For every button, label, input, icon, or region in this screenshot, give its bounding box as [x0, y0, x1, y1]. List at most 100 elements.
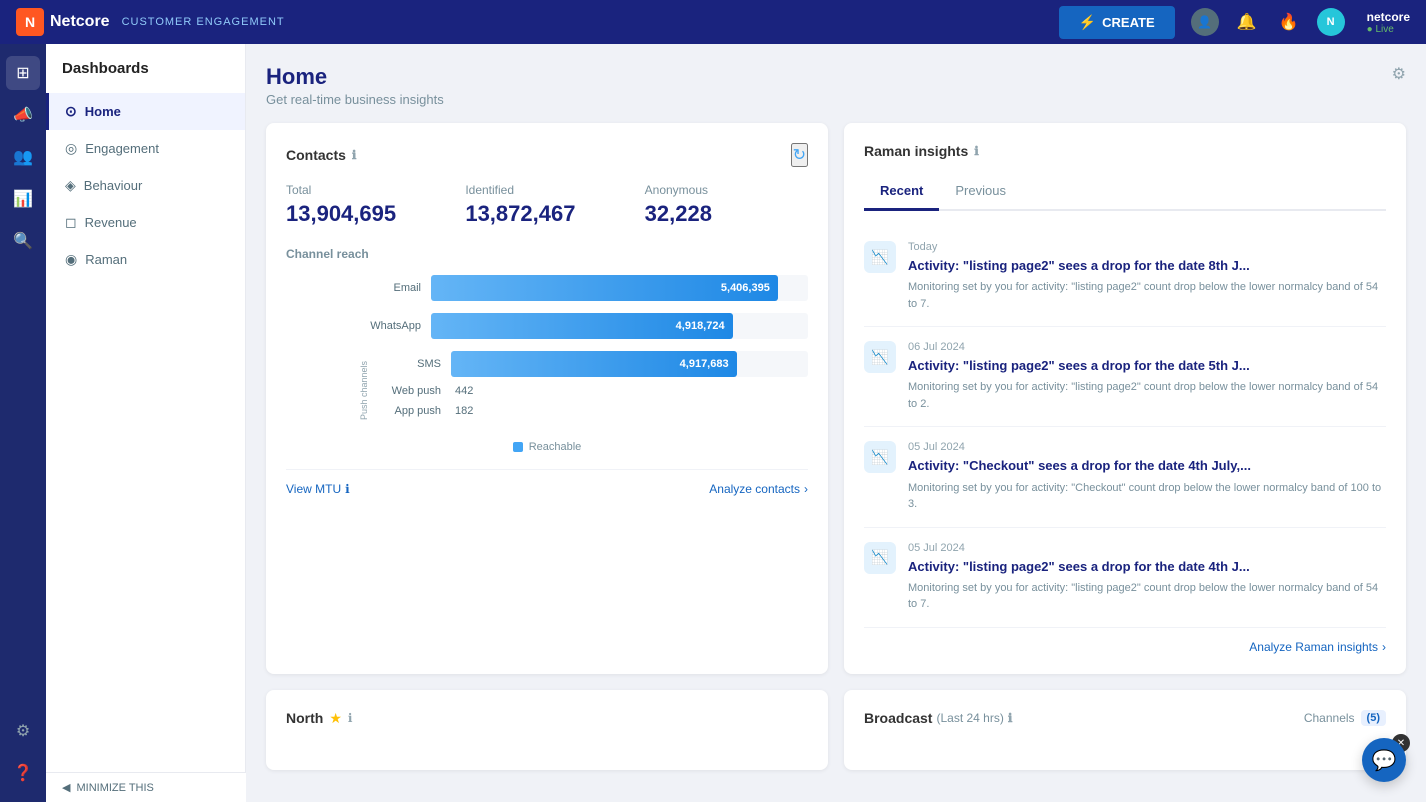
behaviour-icon: ◈ — [65, 177, 76, 194]
trending-down-icon-4: 📉 — [871, 549, 888, 566]
contacts-card-footer: View MTU ℹ Analyze contacts › — [286, 469, 808, 496]
minimize-sidebar-button[interactable]: ◀ MINIMIZE THIS — [46, 772, 246, 802]
north-title-area: North ★ ℹ — [286, 710, 352, 727]
insight-item-2: 📉 06 Jul 2024 Activity: "listing page2" … — [864, 327, 1386, 427]
analyze-raman-link[interactable]: Analyze Raman insights › — [1249, 640, 1386, 654]
contacts-refresh-button[interactable]: ↻ — [791, 143, 808, 167]
push-channels-label: Push channels — [359, 361, 369, 420]
contacts-info-icon[interactable]: ℹ — [352, 148, 357, 162]
logo-area: N Netcore — [16, 8, 110, 36]
insight-icon-wrap-1: 📉 — [864, 241, 896, 273]
north-card: North ★ ℹ — [266, 690, 828, 770]
raman-icon: ◉ — [65, 251, 77, 268]
insight-item-4: 📉 05 Jul 2024 Activity: "listing page2" … — [864, 528, 1386, 628]
insight-icon-wrap-2: 📉 — [864, 341, 896, 373]
logo-text: Netcore — [50, 13, 110, 31]
view-mtu-link[interactable]: View MTU ℹ — [286, 482, 350, 496]
email-bar-row: Email 5,406,395 — [356, 275, 808, 301]
page-title: Home — [266, 64, 444, 90]
create-button[interactable]: ⚡ CREATE — [1059, 6, 1175, 39]
chevron-right-raman-icon: › — [1382, 640, 1386, 654]
insight-content-2: 06 Jul 2024 Activity: "listing page2" se… — [908, 341, 1386, 412]
sidebar-icon-users[interactable]: 👥 — [6, 140, 40, 174]
legend-dot — [513, 442, 523, 452]
insights-tabs: Recent Previous — [864, 175, 1386, 211]
notification-bell-icon[interactable]: 🔔 — [1233, 8, 1261, 36]
sidebar-icon-notifications[interactable]: 📣 — [6, 98, 40, 132]
tab-recent[interactable]: Recent — [864, 175, 939, 211]
trending-down-icon-3: 📉 — [871, 449, 888, 466]
north-info-icon[interactable]: ℹ — [348, 711, 353, 725]
logo-icon: N — [16, 8, 44, 36]
north-card-header: North ★ ℹ — [286, 710, 808, 727]
raman-info-icon[interactable]: ℹ — [974, 144, 979, 158]
trending-down-icon-1: 📉 — [871, 249, 888, 266]
email-bar: 5,406,395 — [431, 275, 778, 301]
sidebar-icon-search[interactable]: 🔍 — [6, 224, 40, 258]
sidebar-item-engagement[interactable]: ◎ Engagement — [46, 130, 245, 167]
anonymous-stat: Anonymous 32,228 — [645, 183, 808, 227]
insight-item-3: 📉 05 Jul 2024 Activity: "Checkout" sees … — [864, 427, 1386, 527]
insights-list: 📉 Today Activity: "listing page2" sees a… — [864, 227, 1386, 628]
nav-sidebar: Dashboards ⊙ Home ◎ Engagement ◈ Behavio… — [46, 44, 246, 802]
total-stat: Total 13,904,695 — [286, 183, 449, 227]
star-icon: ★ — [329, 710, 342, 727]
tab-previous[interactable]: Previous — [939, 175, 1022, 211]
sidebar-icon-dashboard[interactable]: ⊞ — [6, 56, 40, 90]
insight-content-1: Today Activity: "listing page2" sees a d… — [908, 241, 1386, 312]
sidebar-item-home[interactable]: ⊙ Home — [46, 93, 245, 130]
trending-down-icon-2: 📉 — [871, 349, 888, 366]
sidebar-icon-table[interactable]: 📊 — [6, 182, 40, 216]
push-channels-section: Push channels SMS 4,917,683 — [356, 351, 808, 425]
channel-reach-label: Channel reach — [286, 247, 808, 261]
sidebar-item-revenue[interactable]: ◻ Revenue — [46, 204, 245, 241]
broadcast-info-icon[interactable]: ℹ — [1008, 711, 1013, 725]
broadcast-card: Broadcast (Last 24 hrs) ℹ Channels (5) — [844, 690, 1406, 770]
channel-chart: Email 5,406,395 WhatsApp — [286, 275, 808, 429]
chart-legend: Reachable — [286, 441, 808, 453]
analyze-contacts-link[interactable]: Analyze contacts › — [709, 482, 808, 496]
chat-bubble-button[interactable]: 💬 — [1362, 738, 1406, 782]
contacts-card-header: Contacts ℹ ↻ — [286, 143, 808, 167]
apppush-row: App push 182 — [376, 405, 808, 417]
sidebar-icon-settings[interactable]: ⚙ — [6, 714, 40, 748]
sms-bar-row: SMS 4,917,683 — [376, 351, 808, 377]
broadcast-card-header: Broadcast (Last 24 hrs) ℹ Channels (5) — [864, 710, 1386, 726]
whatsapp-bar: 4,918,724 — [431, 313, 733, 339]
insight-item-1: 📉 Today Activity: "listing page2" sees a… — [864, 227, 1386, 327]
insight-icon-wrap-3: 📉 — [864, 441, 896, 473]
insight-icon-wrap-4: 📉 — [864, 542, 896, 574]
main-layout: ⊞ 📣 👥 📊 🔍 ⚙ ❓ Dashboards ⊙ Home ◎ Engage… — [0, 44, 1426, 802]
user-name: netcore — [1367, 10, 1410, 24]
nav-sub-label: CUSTOMER ENGAGEMENT — [122, 16, 285, 28]
home-icon: ⊙ — [65, 103, 77, 120]
raman-card-header: Raman insights ℹ — [864, 143, 1386, 159]
fire-icon[interactable]: 🔥 — [1275, 8, 1303, 36]
sidebar-icon-help[interactable]: ❓ — [6, 756, 40, 790]
sms-bar: 4,917,683 — [451, 351, 737, 377]
nav-icons-area: 👤 🔔 🔥 N netcore ● Live — [1191, 8, 1410, 36]
top-navigation: N Netcore CUSTOMER ENGAGEMENT ⚡ CREATE 👤… — [0, 0, 1426, 44]
settings-gear-button[interactable]: ⚙ — [1392, 64, 1406, 84]
contacts-stats: Total 13,904,695 Identified 13,872,467 A… — [286, 183, 808, 227]
insight-content-4: 05 Jul 2024 Activity: "listing page2" se… — [908, 542, 1386, 613]
engagement-icon: ◎ — [65, 140, 77, 157]
whatsapp-bar-row: WhatsApp 4,918,724 — [356, 313, 808, 339]
insight-content-3: 05 Jul 2024 Activity: "Checkout" sees a … — [908, 441, 1386, 512]
north-card-title: North — [286, 710, 323, 726]
sidebar-item-raman[interactable]: ◉ Raman — [46, 241, 245, 278]
raman-insights-card: Raman insights ℹ Recent Previous 📉 Today — [844, 123, 1406, 674]
main-content: Home Get real-time business insights ⚙ C… — [246, 44, 1426, 802]
identified-stat: Identified 13,872,467 — [465, 183, 628, 227]
sidebar-item-behaviour[interactable]: ◈ Behaviour — [46, 167, 245, 204]
raman-card-title: Raman insights ℹ — [864, 143, 979, 159]
user-profile-icon[interactable]: 👤 — [1191, 8, 1219, 36]
lightning-icon: ⚡ — [1079, 14, 1096, 31]
revenue-icon: ◻ — [65, 214, 77, 231]
user-avatar[interactable]: N — [1317, 8, 1345, 36]
contacts-card: Contacts ℹ ↻ Total 13,904,695 Identified… — [266, 123, 828, 674]
sidebar-title: Dashboards — [46, 60, 245, 93]
user-status: ● Live — [1367, 24, 1410, 35]
chevron-left-icon: ◀ — [62, 781, 70, 794]
user-info: netcore ● Live — [1367, 10, 1410, 35]
